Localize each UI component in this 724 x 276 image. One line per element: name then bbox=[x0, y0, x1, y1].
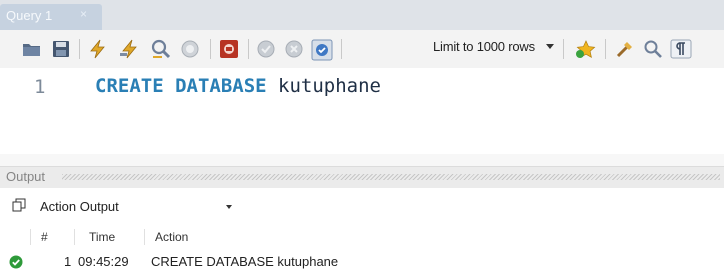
chevron-down-icon[interactable] bbox=[546, 44, 554, 49]
tab-strip: Query 1 × bbox=[0, 0, 724, 30]
output-type-select[interactable]: Action Output bbox=[40, 199, 119, 214]
copy-icon[interactable] bbox=[12, 198, 26, 217]
table-row[interactable]: 1 09:45:29 CREATE DATABASE kutuphane bbox=[0, 250, 724, 272]
row-index: 1 bbox=[64, 254, 72, 269]
code-line[interactable]: CREATE DATABASE kutuphane bbox=[95, 75, 381, 97]
toggle-error-icon[interactable] bbox=[219, 39, 239, 64]
column-header-time[interactable]: Time bbox=[89, 230, 115, 244]
sql-editor[interactable]: 1 CREATE DATABASE kutuphane bbox=[0, 68, 724, 154]
sql-editor-toolbar: Limit to 1000 rows bbox=[0, 30, 724, 69]
save-icon[interactable] bbox=[51, 39, 71, 64]
output-title: Output bbox=[6, 169, 46, 184]
explain-icon[interactable] bbox=[149, 39, 171, 64]
tab-close-icon[interactable]: × bbox=[80, 7, 87, 21]
stop-icon[interactable] bbox=[180, 39, 200, 64]
add-snippet-icon[interactable] bbox=[575, 39, 597, 64]
output-table-header: # Time Action bbox=[0, 226, 724, 248]
output-toolbar: Action Output bbox=[0, 188, 724, 222]
autocommit-icon[interactable] bbox=[311, 39, 333, 66]
sql-identifier: kutuphane bbox=[266, 75, 381, 97]
tab-query-1[interactable]: Query 1 × bbox=[0, 4, 102, 30]
row-action: CREATE DATABASE kutuphane bbox=[151, 254, 339, 269]
line-number: 1 bbox=[34, 76, 46, 98]
output-panel-header: Output bbox=[0, 166, 724, 188]
panel-grip[interactable] bbox=[62, 174, 720, 180]
panel-splitter[interactable] bbox=[0, 154, 724, 166]
beautify-icon[interactable] bbox=[615, 39, 635, 64]
open-folder-icon[interactable] bbox=[22, 39, 42, 64]
execute-icon[interactable] bbox=[88, 39, 108, 64]
commit-icon[interactable] bbox=[256, 39, 276, 64]
find-icon[interactable] bbox=[643, 39, 663, 64]
column-header-index[interactable]: # bbox=[41, 230, 48, 244]
execute-current-icon[interactable] bbox=[119, 39, 141, 64]
rollback-icon[interactable] bbox=[284, 39, 304, 64]
limit-rows-select[interactable]: Limit to 1000 rows bbox=[433, 39, 535, 54]
invisible-chars-icon[interactable] bbox=[670, 39, 692, 64]
chevron-down-icon[interactable] bbox=[226, 205, 232, 209]
sql-keyword: CREATE DATABASE bbox=[95, 75, 267, 97]
column-header-action[interactable]: Action bbox=[155, 230, 188, 244]
row-time: 09:45:29 bbox=[78, 254, 129, 269]
success-check-icon bbox=[9, 255, 23, 274]
tab-label: Query 1 bbox=[6, 8, 53, 23]
